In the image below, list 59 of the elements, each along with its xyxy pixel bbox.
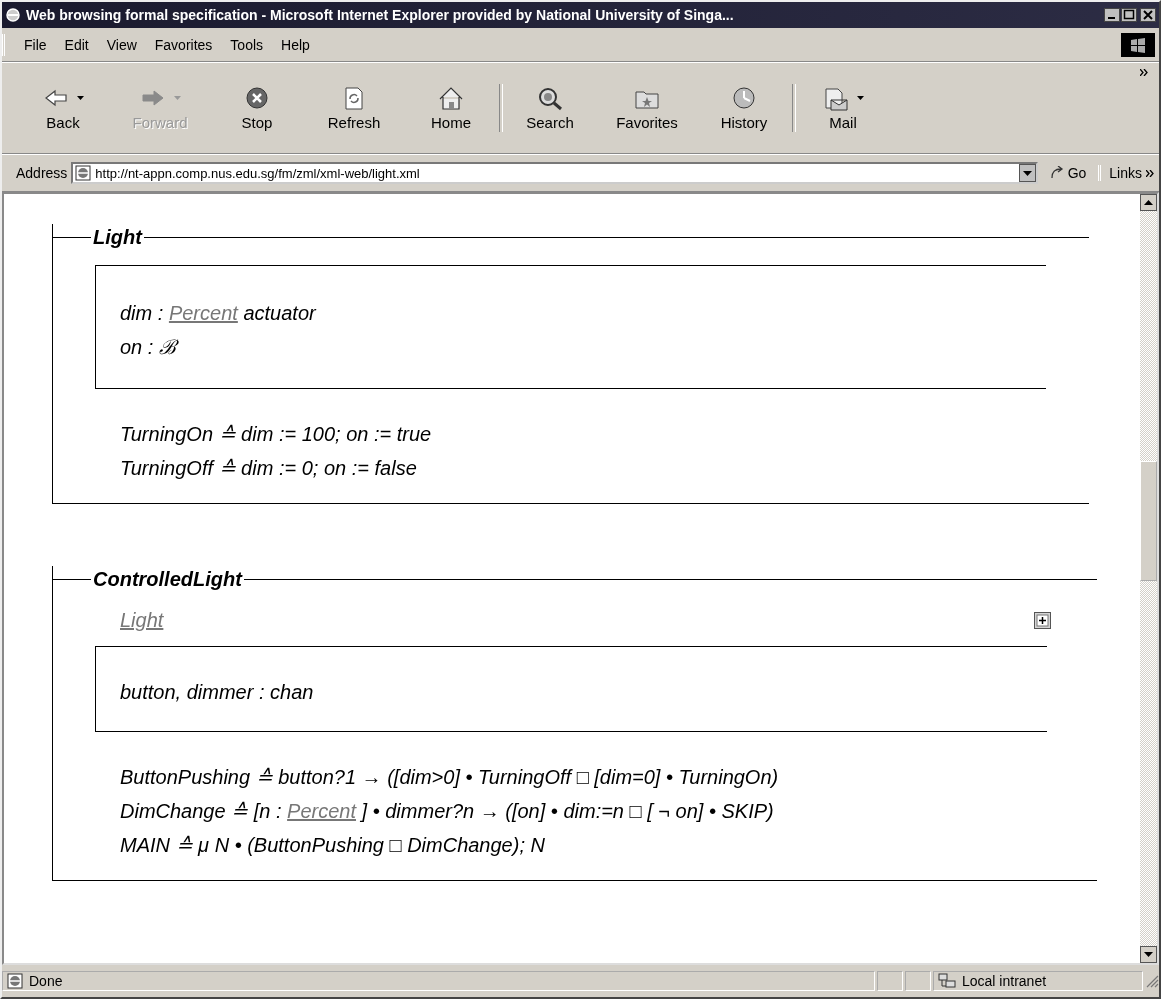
dropdown-button[interactable] [1018, 164, 1036, 182]
chevron-icon [1140, 69, 1149, 76]
formula-text: ] • dimmer?n → ([on] • dim:=n □ [ ¬ on] • SKIP) [359, 800, 774, 822]
windows-logo-icon [1129, 36, 1147, 53]
expand-button[interactable] [1034, 612, 1051, 629]
resize-grip-icon [1145, 974, 1159, 988]
formula-text: button, dimmer : chan [120, 681, 314, 703]
schema-title: Light [92, 225, 144, 250]
link[interactable]: Percent [287, 800, 356, 822]
network-computers-icon [938, 973, 956, 989]
zone-text: Local intranet [962, 973, 1047, 989]
address-field[interactable]: http://nt-appn.comp.nus.edu.sg/fm/zml/xml-web/light.xml [71, 162, 1038, 184]
stop-icon [244, 85, 270, 111]
search-icon [537, 85, 563, 111]
go-arrow-icon [1049, 166, 1064, 180]
window-title: Web browsing formal specification - Microsoft Internet Explorer provided by National University of Singa... [26, 7, 735, 23]
status-text: Done [29, 973, 63, 989]
link[interactable]: Percent [168, 302, 238, 324]
menu-item[interactable]: Edit [57, 33, 96, 56]
menu-item[interactable]: Tools [223, 33, 271, 56]
toolbar-button[interactable]: Search [511, 68, 589, 148]
schema-title: ControlledLight [92, 567, 244, 592]
status-pane [905, 971, 931, 991]
toolbar-button[interactable]: Favorites [608, 68, 686, 148]
menu-item[interactable]: View [99, 33, 144, 56]
links-button[interactable]: Links [1098, 165, 1159, 181]
scrollbar[interactable] [1140, 194, 1157, 963]
chevron-icon [1146, 169, 1155, 177]
toolbar-button[interactable]: Mail [804, 68, 882, 148]
scroll-up-button[interactable] [1140, 194, 1157, 211]
status-pane [877, 971, 903, 991]
link[interactable]: Light [120, 609, 164, 631]
toolbar-button[interactable]: Back [24, 68, 102, 148]
toolbar-button[interactable]: Refresh [315, 68, 393, 148]
maximize-button[interactable] [1121, 8, 1137, 22]
formula-text: MAIN ≙ μ N • (ButtonPushing □ DimChange); N [120, 834, 545, 856]
formula-text: TurningOff ≙ dim := 0; on := false [120, 457, 417, 479]
browser-logo-icon [5, 7, 21, 23]
toolbar-button[interactable]: History [705, 68, 783, 148]
formula-text: TurningOn ≙ dim := 100; on := true [120, 423, 432, 445]
address-label: Address [16, 165, 68, 181]
scroll-thumb[interactable] [1140, 461, 1157, 581]
formula-text: dim : [120, 302, 165, 324]
scroll-down-button[interactable] [1140, 946, 1157, 963]
go-button[interactable]: Go [1041, 165, 1095, 181]
page-icon [75, 165, 92, 181]
formula-text: actuator [242, 302, 316, 324]
toolbar-button[interactable]: Home [412, 68, 490, 148]
mail-icon [822, 85, 849, 111]
toolbar-button[interactable]: Stop [218, 68, 296, 148]
close-button[interactable] [1140, 8, 1156, 22]
minimize-button[interactable] [1104, 8, 1120, 22]
formula-text: DimChange ≙ [n : [120, 800, 283, 822]
clock-icon [731, 85, 757, 111]
formula-text: ButtonPushing ≙ button?1 → ([dim>0] • TurningOff □ [dim=0] • TurningOn) [120, 766, 779, 788]
menu-item[interactable]: File [17, 33, 54, 56]
house-icon [438, 85, 464, 111]
menu-item[interactable]: Favorites [147, 33, 220, 56]
menu-item[interactable]: Help [274, 33, 317, 56]
